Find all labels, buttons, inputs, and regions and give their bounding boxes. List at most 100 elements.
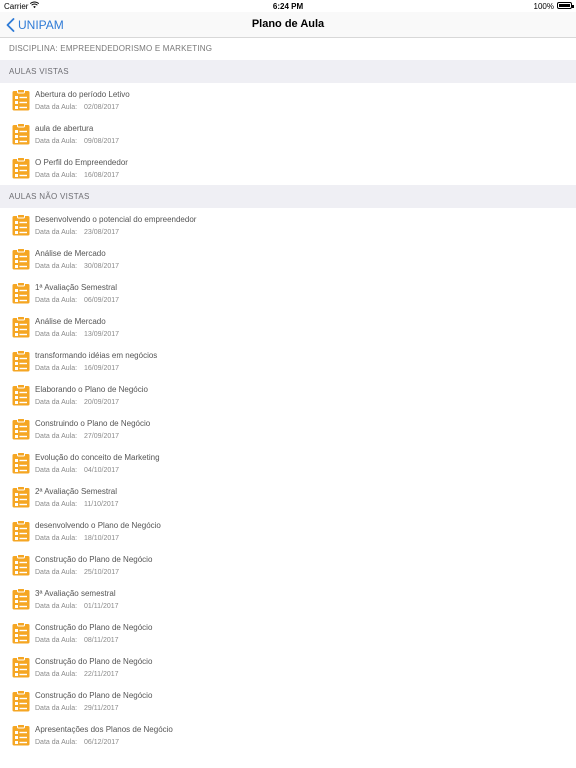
lesson-plan-icon	[12, 248, 30, 270]
lesson-row[interactable]: Abertura do período Letivo Data da Aula: 0…	[0, 83, 576, 117]
lesson-row[interactable]: Apresentações dos Planos de Negócio Data …	[0, 718, 576, 752]
lesson-plan-icon	[12, 384, 30, 406]
section-header: AULAS NÃO VISTAS	[0, 185, 576, 208]
lesson-date-label: Data da Aula:	[35, 569, 78, 576]
lesson-row[interactable]: aula de abertura Data da Aula: 09/08/2017	[0, 117, 576, 151]
lesson-row[interactable]: Desenvolvendo o potencial do empreendedo…	[0, 208, 576, 242]
lesson-title: Construção do Plano de Negócio	[35, 691, 153, 700]
lesson-title: Evolução do conceito de Marketing	[35, 453, 160, 462]
lesson-date-label: Data da Aula:	[35, 433, 78, 440]
lesson-date: 29/11/2017	[84, 705, 119, 712]
lesson-date: 22/11/2017	[84, 671, 119, 678]
lesson-plan-icon	[12, 486, 30, 508]
lesson-row[interactable]: Construção do Plano de Negócio Data da Au…	[0, 650, 576, 684]
lesson-title: O Perfil do Empreendedor	[35, 158, 128, 167]
lesson-title: 2ª Avaliação Semestral	[35, 487, 117, 496]
lesson-plan-icon	[12, 452, 30, 474]
lesson-title: Análise de Mercado	[35, 317, 106, 326]
lesson-title: desenvolvendo o Plano de Negócio	[35, 521, 161, 530]
lesson-title: Apresentações dos Planos de Negócio	[35, 725, 173, 734]
clock: 6:24 PM	[272, 2, 304, 11]
lesson-date-label: Data da Aula:	[35, 104, 78, 111]
lesson-plan-icon	[12, 157, 30, 179]
lesson-plan-icon	[12, 418, 30, 440]
lesson-row[interactable]: Análise de Mercado Data da Aula: 13/09/201…	[0, 310, 576, 344]
lesson-title: 3ª Avaliação semestral	[35, 589, 116, 598]
section-header: AULAS VISTAS	[0, 60, 576, 83]
lesson-title: Análise de Mercado	[35, 249, 106, 258]
lesson-date-label: Data da Aula:	[35, 172, 78, 179]
lesson-plan-icon	[12, 724, 30, 746]
lesson-plan-icon	[12, 282, 30, 304]
lesson-date: 25/10/2017	[84, 569, 120, 576]
lesson-plan-icon	[12, 89, 30, 111]
lesson-date-label: Data da Aula:	[35, 399, 78, 406]
lesson-date-label: Data da Aula:	[35, 467, 78, 474]
lesson-title: aula de abertura	[35, 124, 94, 133]
lesson-date-label: Data da Aula:	[35, 535, 78, 542]
lesson-title: Construindo o Plano de Negócio	[35, 419, 151, 428]
lesson-date: 08/11/2017	[84, 637, 119, 644]
lesson-row[interactable]: O Perfil do Empreendedor Data da Aula: 16/…	[0, 151, 576, 185]
lesson-date-label: Data da Aula:	[35, 229, 78, 236]
lesson-title: Desenvolvendo o potencial do empreendedo…	[35, 215, 197, 224]
lesson-date: 06/09/2017	[84, 297, 120, 304]
lesson-plan-icon	[12, 520, 30, 542]
lesson-title: Construção do Plano de Negócio	[35, 657, 153, 666]
lesson-date: 11/10/2017	[84, 501, 119, 508]
lesson-date: 04/10/2017	[84, 467, 120, 474]
lesson-plan-icon	[12, 123, 30, 145]
lesson-title: 1ª Avaliação Semestral	[35, 283, 117, 292]
lesson-row[interactable]: 3ª Avaliação semestral Data da Aula: 01/11…	[0, 582, 576, 616]
lesson-date: 27/09/2017	[84, 433, 120, 440]
lesson-row[interactable]: Elaborando o Plano de Negócio Data da Aul…	[0, 378, 576, 412]
lesson-row[interactable]: 2ª Avaliação Semestral Data da Aula: 11/10…	[0, 480, 576, 514]
status-bar: Carrier 6:24 PM 100%	[0, 0, 576, 12]
lesson-plan-icon	[12, 350, 30, 372]
lesson-date-label: Data da Aula:	[35, 739, 78, 746]
lesson-row[interactable]: Construção do Plano de Negócio Data da Au…	[0, 616, 576, 650]
lesson-date: 13/09/2017	[84, 331, 120, 338]
lesson-date: 16/08/2017	[84, 172, 120, 179]
lesson-date: 02/08/2017	[84, 104, 120, 111]
lesson-list: AULAS VISTAS Abertura do período Letivo D…	[0, 60, 576, 752]
battery-percent: 100%	[533, 2, 554, 11]
lesson-row[interactable]: 1ª Avaliação Semestral Data da Aula: 06/09…	[0, 276, 576, 310]
lesson-date-label: Data da Aula:	[35, 671, 78, 678]
lesson-row[interactable]: transformando idéias em negócios Data da …	[0, 344, 576, 378]
lesson-row[interactable]: Análise de Mercado Data da Aula: 30/08/201…	[0, 242, 576, 276]
lesson-date: 30/08/2017	[84, 263, 120, 270]
lesson-date-label: Data da Aula:	[35, 637, 78, 644]
lesson-title: transformando idéias em negócios	[35, 351, 158, 360]
lesson-plan-icon	[12, 554, 30, 576]
lesson-date-label: Data da Aula:	[35, 603, 78, 610]
lesson-date: 18/10/2017	[84, 535, 120, 542]
lesson-date-label: Data da Aula:	[35, 501, 78, 508]
lesson-title: Construção do Plano de Negócio	[35, 555, 153, 564]
page-title: Plano de Aula	[251, 18, 325, 30]
lesson-date-label: Data da Aula:	[35, 365, 78, 372]
lesson-plan-icon	[12, 316, 30, 338]
lesson-row[interactable]: Construindo o Plano de Negócio Data da Au…	[0, 412, 576, 446]
lesson-title: Elaborando o Plano de Negócio	[35, 385, 148, 394]
lesson-date: 06/12/2017	[84, 739, 120, 746]
lesson-plan-icon	[12, 622, 30, 644]
lesson-row[interactable]: Construção do Plano de Negócio Data da Au…	[0, 548, 576, 582]
lesson-date: 23/08/2017	[84, 229, 120, 236]
lesson-row[interactable]: Construção do Plano de Negócio Data da Au…	[0, 684, 576, 718]
lesson-date-label: Data da Aula:	[35, 297, 78, 304]
lesson-date-label: Data da Aula:	[35, 138, 78, 145]
lesson-title: Construção do Plano de Negócio	[35, 623, 153, 632]
lesson-plan-icon	[12, 656, 30, 678]
discipline-label: DISCIPLINA: EMPREENDEDORISMO E MARKETING	[9, 44, 213, 53]
lesson-row[interactable]: Evolução do conceito de Marketing Data da…	[0, 446, 576, 480]
lesson-date: 09/08/2017	[84, 138, 120, 145]
lesson-plan-icon	[12, 690, 30, 712]
lesson-row[interactable]: desenvolvendo o Plano de Negócio Data da …	[0, 514, 576, 548]
lesson-plan-icon	[12, 588, 30, 610]
lesson-date: 20/09/2017	[84, 399, 120, 406]
lesson-date: 01/11/2017	[84, 603, 119, 610]
lesson-date: 16/09/2017	[84, 365, 120, 372]
lesson-title: Abertura do período Letivo	[35, 90, 130, 99]
lesson-date-label: Data da Aula:	[35, 331, 78, 338]
